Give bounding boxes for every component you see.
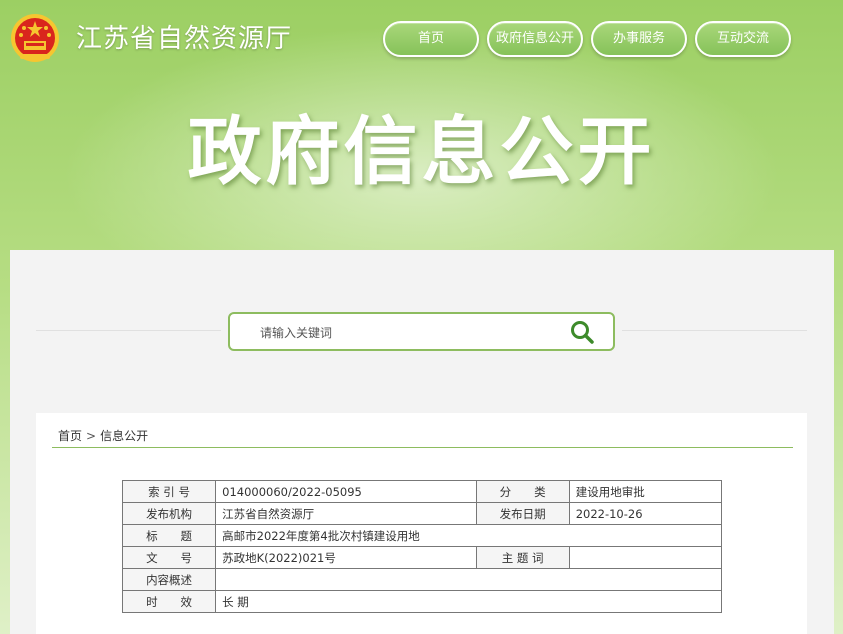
table-row: 内容概述 [121,568,722,591]
breadcrumb-home-link[interactable]: 首页 [58,427,82,444]
nav-interaction-button[interactable]: 互动交流 [695,21,791,57]
site-title[interactable]: 江苏省自然资源厅 [76,18,292,55]
publish-date-value: 2022-10-26 [568,502,723,525]
publisher-label: 发布机构 [121,502,217,525]
table-row: 索 引 号 014000060/2022-05095 分 类 建设用地审批 [121,480,723,503]
index-number-label: 索 引 号 [121,480,217,503]
nav-services-button[interactable]: 办事服务 [591,21,687,57]
breadcrumb: 首页 > 信息公开 [58,427,148,444]
summary-value [215,568,722,591]
main-panel: 首页 >信息公开 索 引 号 014000060/2022-05095 分 类 建… [10,250,834,634]
table-row: 时 效 长 期 [121,590,722,613]
subject-value [568,546,723,569]
table-row: 标 题 高邮市2022年度第4批次村镇建设用地 [121,524,722,547]
breadcrumb-separator: > [86,429,97,443]
document-metadata-table: 索 引 号 014000060/2022-05095 分 类 建设用地审批 发布… [121,480,723,613]
document-number-label: 文 号 [121,546,217,569]
title-value: 高邮市2022年度第4批次村镇建设用地 [215,524,722,547]
publisher-value: 江苏省自然资源厅 [215,502,477,525]
validity-label: 时 效 [121,590,217,613]
national-emblem-logo [11,14,59,62]
publish-date-label: 发布日期 [475,502,570,525]
content-panel: 首页 > 信息公开 索 引 号 014000060/2022-05095 分 类 建… [36,413,807,634]
nav-gov-info-button[interactable]: 政府信息公开 [487,21,583,57]
title-label: 标 题 [121,524,217,547]
hero-title: 政府信息公开 [187,109,656,195]
index-number-value: 014000060/2022-05095 [215,480,477,503]
summary-label: 内容概述 [121,568,217,591]
breadcrumb-current[interactable]: 信息公开 [100,427,148,444]
category-value: 建设用地审批 [568,480,723,503]
search-input[interactable] [258,322,562,344]
search-divider-left [36,330,221,331]
table-row: 文 号 苏政地K(2022)021号 主 题 词 [121,546,723,569]
subject-label: 主 题 词 [475,546,570,569]
category-label: 分 类 [475,480,570,503]
search-box [228,312,615,351]
nav-home-button[interactable]: 首页 [383,21,479,57]
breadcrumb-divider [52,447,793,448]
search-icon[interactable] [569,319,595,345]
table-row: 发布机构 江苏省自然资源厅 发布日期 2022-10-26 [121,502,723,525]
search-divider-right [622,330,807,331]
document-number-value: 苏政地K(2022)021号 [215,546,477,569]
validity-value: 长 期 [215,590,722,613]
